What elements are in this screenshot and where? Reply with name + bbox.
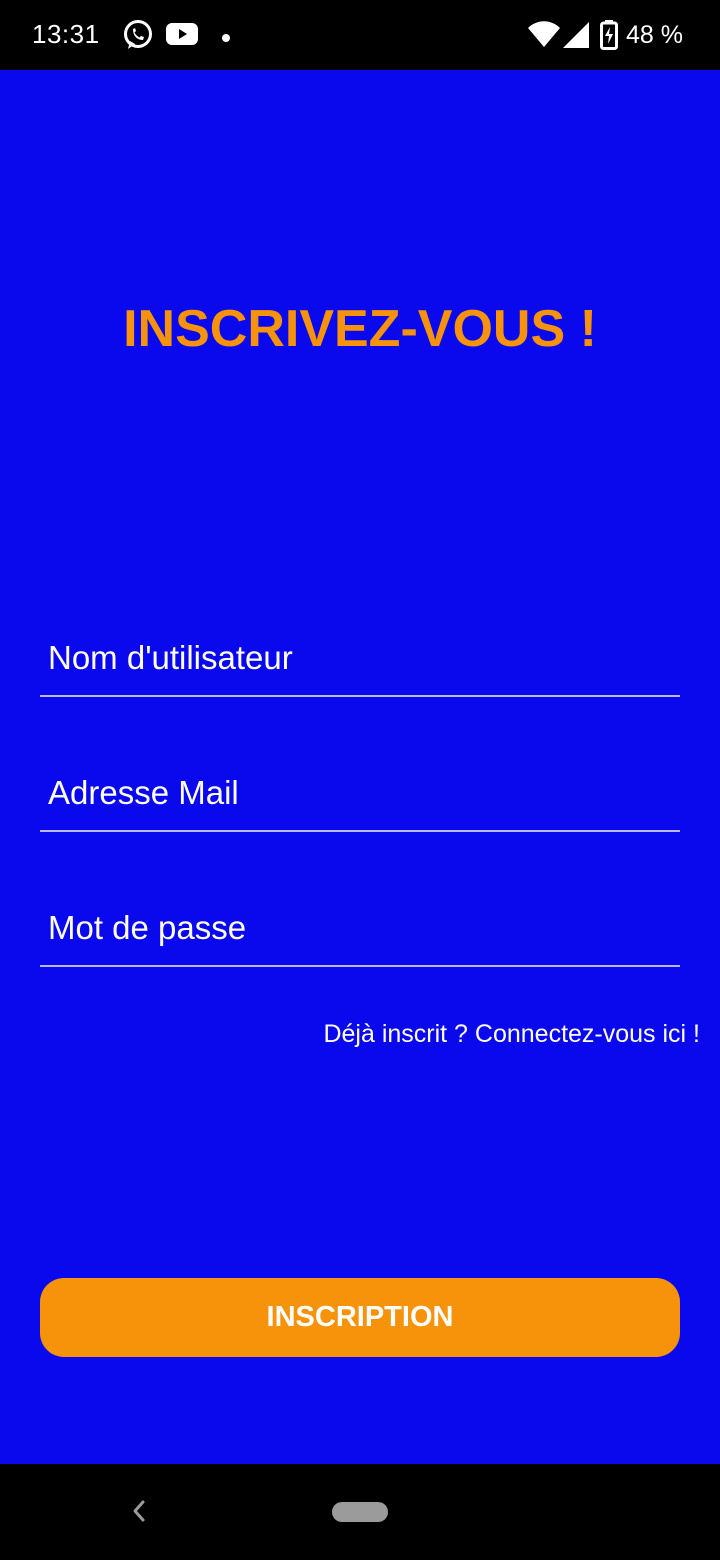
navigation-bar <box>0 1464 720 1560</box>
wifi-icon <box>528 20 560 53</box>
whatsapp-icon <box>122 18 154 57</box>
battery-percentage: 48 % <box>626 21 683 49</box>
password-placeholder: Mot de passe <box>48 909 247 946</box>
page-title: INSCRIVEZ-VOUS ! <box>123 300 597 358</box>
email-field[interactable]: Adresse Mail <box>40 750 680 832</box>
notification-dot-icon <box>221 30 231 48</box>
username-field[interactable]: Nom d'utilisateur <box>40 615 680 697</box>
password-field[interactable]: Mot de passe <box>40 885 680 967</box>
username-placeholder: Nom d'utilisateur <box>48 639 293 676</box>
home-pill-icon[interactable] <box>332 1502 388 1522</box>
login-link[interactable]: Déjà inscrit ? Connectez-vous ici ! <box>323 1020 700 1049</box>
signal-icon <box>563 22 589 53</box>
email-placeholder: Adresse Mail <box>48 774 239 811</box>
battery-charging-icon <box>600 20 618 55</box>
status-bar: 13:31 48 % <box>0 0 720 70</box>
status-time: 13:31 <box>32 19 100 49</box>
inscription-button[interactable]: INSCRIPTION <box>40 1278 680 1357</box>
signup-screen: INSCRIVEZ-VOUS ! Nom d'utilisateur Adres… <box>0 70 720 1464</box>
back-icon[interactable] <box>128 1498 150 1529</box>
youtube-icon <box>166 22 198 53</box>
